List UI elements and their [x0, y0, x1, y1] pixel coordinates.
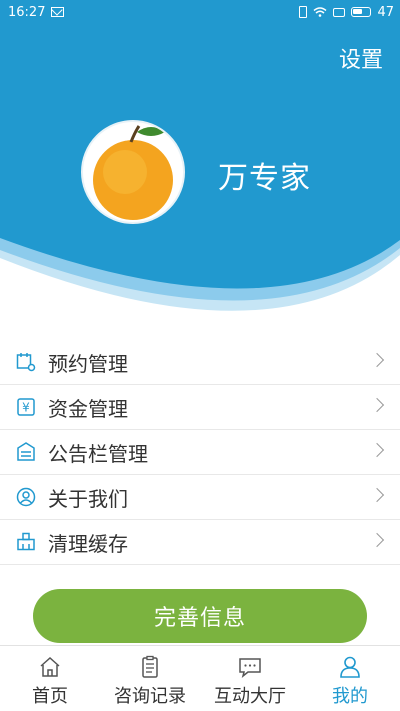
user-circle-icon	[15, 486, 37, 508]
mail-icon	[51, 7, 65, 17]
clipboard-icon	[142, 655, 158, 678]
home-icon	[40, 656, 60, 677]
orange-avatar-icon	[93, 125, 173, 220]
chat-icon	[239, 658, 261, 678]
menu-item-clear-cache[interactable]: 清理缓存	[0, 520, 400, 565]
chevron-right-icon	[369, 442, 385, 458]
notice-board-icon	[15, 441, 37, 463]
nav-item-interaction-hall[interactable]: 互动大厅	[200, 646, 300, 711]
menu-item-about-us[interactable]: 关于我们	[0, 475, 400, 520]
menu-item-funds[interactable]: ¥ 资金管理	[0, 385, 400, 430]
menu-item-label: 关于我们	[48, 486, 128, 511]
menu-item-label: 预约管理	[48, 351, 128, 376]
nav-label: 咨询记录	[114, 686, 186, 707]
yen-wallet-icon: ¥	[15, 396, 37, 418]
bottom-nav: 首页 咨询记录 互动大厅 我的	[0, 645, 400, 711]
chevron-right-icon	[369, 397, 385, 413]
person-icon	[340, 656, 360, 678]
battery-icon	[351, 7, 372, 17]
complete-info-button[interactable]: 完善信息	[33, 589, 367, 643]
vibrate-icon	[299, 6, 308, 18]
wifi-icon	[313, 7, 327, 17]
status-time: 16:27	[8, 4, 46, 20]
menu-item-label: 资金管理	[48, 396, 128, 421]
sim-signal-icon	[333, 7, 346, 17]
nav-label: 互动大厅	[214, 686, 286, 707]
nav-label: 我的	[332, 686, 368, 707]
profile-screen: 设置 万专家 16:27 47 预约管理 ¥ 资金管理 公告栏管理 关于我们 清…	[0, 0, 400, 711]
profile-header: 设置 万专家	[0, 0, 400, 345]
settings-menu: 预约管理 ¥ 资金管理 公告栏管理 关于我们 清理缓存	[0, 340, 400, 565]
menu-item-notice-board[interactable]: 公告栏管理	[0, 430, 400, 475]
svg-text:¥: ¥	[22, 401, 30, 415]
chevron-right-icon	[369, 352, 385, 368]
status-bar: 16:27 47	[0, 0, 400, 24]
settings-button[interactable]: 设置	[339, 42, 383, 74]
menu-item-label: 清理缓存	[48, 531, 128, 556]
nav-item-home[interactable]: 首页	[0, 646, 100, 711]
broom-icon	[15, 531, 37, 553]
nav-label: 首页	[32, 686, 68, 707]
nav-item-mine[interactable]: 我的	[300, 646, 400, 711]
nav-item-consult-records[interactable]: 咨询记录	[100, 646, 200, 711]
calendar-settings-icon	[15, 351, 37, 373]
chevron-right-icon	[369, 487, 385, 503]
menu-item-label: 公告栏管理	[48, 441, 148, 466]
chevron-right-icon	[369, 532, 385, 548]
menu-item-appointments[interactable]: 预约管理	[0, 340, 400, 385]
avatar[interactable]	[81, 120, 185, 224]
battery-level: 47	[377, 4, 394, 20]
username: 万专家	[218, 161, 311, 196]
